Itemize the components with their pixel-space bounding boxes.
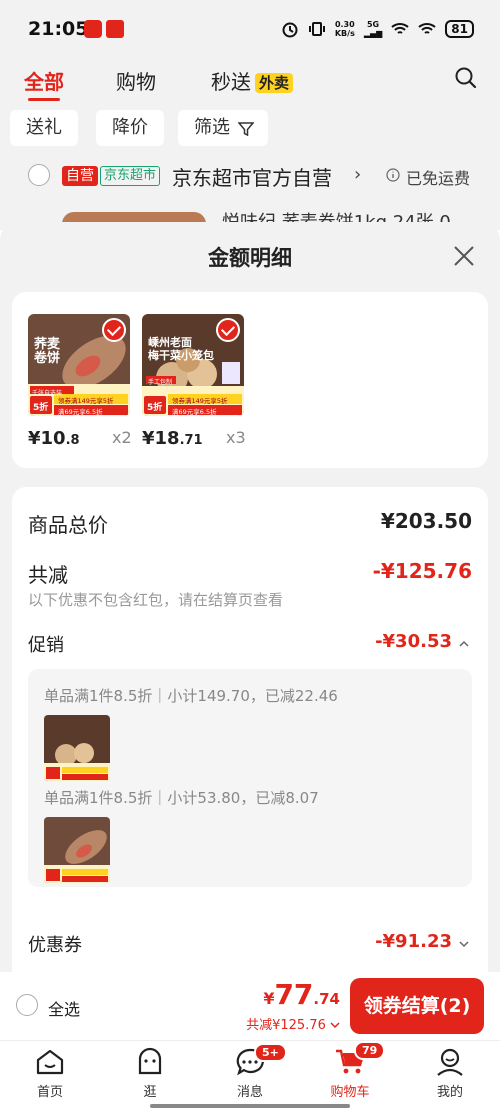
self-operated-tag: 自营 (62, 166, 98, 186)
filter-bar: 送礼 降价 筛选 (0, 108, 500, 154)
tab-all[interactable]: 全部 (24, 66, 64, 95)
amount-detail-sheet: 金额明细 荞麦 卷饼 千张自选装 5折 领券满149元享5折 满69元享6.5折… (0, 222, 500, 982)
promo-line: 单品满1件8.5折｜小计53.80，已减8.07 (44, 789, 319, 807)
selected-check-icon (216, 318, 240, 342)
total-reduce-value: -¥125.76 (372, 559, 472, 583)
tab-express[interactable]: 秒送 外卖 (211, 66, 294, 95)
app-notification-icon (84, 20, 102, 38)
product-summary-card: 荞麦 卷饼 千张自选装 5折 领券满149元享5折 满69元享6.5折 ¥10.… (12, 292, 488, 468)
total-reduce-label: 共减 (28, 563, 68, 587)
discount-label: 5折 (147, 403, 163, 413)
vibrate-icon (308, 22, 325, 36)
chevron-down-icon (330, 1022, 340, 1029)
profile-icon (437, 1048, 463, 1076)
battery-indicator: 81 (445, 20, 474, 38)
select-all-label[interactable]: 全选 (48, 996, 80, 1020)
image-tag: 手工包制 (148, 379, 173, 386)
wifi-icon (391, 23, 409, 34)
nav-explore[interactable]: 逛 (110, 1047, 190, 1100)
status-time: 21:05 (28, 18, 89, 40)
product-image-wrap[interactable]: 嵊州老面 梅干菜小笼包 手工包制 5折 领券满149元享5折 满69元享6.5折 (142, 314, 244, 416)
wifi-icon-2 (418, 23, 436, 34)
coupon-label: 优惠券 (28, 935, 82, 956)
jd-market-tag: 京东超市 (100, 166, 161, 186)
promotion-value[interactable]: -¥30.53 (375, 631, 452, 652)
home-icon (36, 1049, 64, 1075)
image-title: 荞麦 卷饼 (34, 337, 61, 366)
reduce-note: 以下优惠不包含红包，请在结算页查看 (28, 591, 284, 609)
product-price: ¥10.8 (28, 428, 80, 449)
close-icon[interactable] (452, 244, 476, 268)
chevron-down-icon[interactable] (458, 939, 470, 949)
free-shipping-text: 已免运费 (406, 169, 471, 188)
product-qty: x2 (112, 428, 132, 447)
product-qty: x3 (226, 428, 246, 447)
promo-label: 领券满149元享5折 (58, 397, 114, 405)
selected-check-icon (102, 318, 126, 342)
total-price-value: ¥203.50 (380, 509, 472, 533)
message-badge: 5+ (254, 1043, 287, 1062)
status-bar: 21:05 0.30 KB/s 5G ▂▄▆ 81 (0, 0, 500, 60)
promo-label-2: 满69元享6.5折 (58, 408, 103, 416)
status-indicators: 0.30 KB/s 5G ▂▄▆ 81 (281, 20, 474, 38)
info-icon[interactable] (386, 168, 400, 182)
product-price: ¥18.71 (142, 428, 203, 449)
bottom-nav: 首页 逛 消息 5+ 购物车 79 我的 (0, 1040, 500, 1111)
total-price-label: 商品总价 (28, 513, 108, 537)
alarm-icon (282, 22, 298, 38)
promotion-detail-box: 单品满1件8.5折｜小计149.70，已减22.46 单品满1件8.5折｜小计5… (28, 669, 472, 887)
product-image-wrap[interactable]: 荞麦 卷饼 千张自选装 5折 领券满149元享5折 满69元享6.5折 (28, 314, 130, 416)
chevron-up-icon[interactable] (458, 639, 470, 649)
tab-active-indicator (28, 98, 60, 101)
signal-indicator: 5G ▂▄▆ (363, 20, 383, 38)
home-indicator (150, 1104, 350, 1108)
filter-price-drop[interactable]: 降价 (96, 110, 164, 146)
nav-cart[interactable]: 购物车 79 (310, 1041, 390, 1100)
nav-profile[interactable]: 我的 (410, 1047, 490, 1100)
network-speed: 0.30 KB/s (334, 20, 355, 38)
tmall-notification-icon (106, 20, 124, 38)
total-reduce-summary[interactable]: 共减¥125.76 (246, 1014, 340, 1033)
nav-home[interactable]: 首页 (10, 1047, 90, 1100)
total-amount: ¥77.74 (263, 978, 340, 1011)
promo-thumb-wrap (44, 817, 110, 883)
discount-label: 5折 (33, 403, 49, 413)
promotion-label: 促销 (28, 635, 64, 656)
store-row: 自营 京东超市 京东超市官方自营 › 已免运费 (0, 154, 500, 200)
funnel-icon (238, 122, 254, 137)
store-name[interactable]: 京东超市官方自营 (172, 162, 332, 191)
chevron-right-icon: › (354, 164, 362, 185)
checkout-button[interactable]: 领券结算(2) (350, 978, 484, 1034)
search-icon[interactable] (454, 66, 478, 90)
nav-messages[interactable]: 消息 5+ (210, 1043, 290, 1100)
promo-line: 单品满1件8.5折｜小计149.70，已减22.46 (44, 687, 338, 705)
store-select-radio[interactable] (28, 164, 50, 186)
filter-screen[interactable]: 筛选 (178, 110, 268, 146)
coupon-value[interactable]: -¥91.23 (375, 931, 452, 952)
checkout-bar: 全选 ¥77.74 共减¥125.76 领券结算(2) (0, 972, 500, 1040)
tab-shopping[interactable]: 购物 (116, 66, 156, 95)
promo-label: 领券满149元享5折 (172, 397, 228, 405)
waimai-tag: 外卖 (255, 73, 294, 93)
filter-gift[interactable]: 送礼 (10, 110, 78, 146)
cart-badge: 79 (354, 1041, 386, 1060)
sheet-title: 金额明细 (208, 246, 292, 270)
promo-label-2: 满69元享6.5折 (172, 408, 217, 416)
price-breakdown-card: 商品总价 ¥203.50 共减 -¥125.76 以下优惠不包含红包，请在结算页… (12, 487, 488, 982)
top-tabs: 全部 购物 秒送 外卖 (0, 60, 500, 108)
select-all-radio[interactable] (16, 994, 38, 1016)
promo-thumb-buns (44, 715, 110, 781)
explore-icon (138, 1047, 162, 1075)
image-title: 嵊州老面 梅干菜小笼包 (148, 336, 214, 362)
